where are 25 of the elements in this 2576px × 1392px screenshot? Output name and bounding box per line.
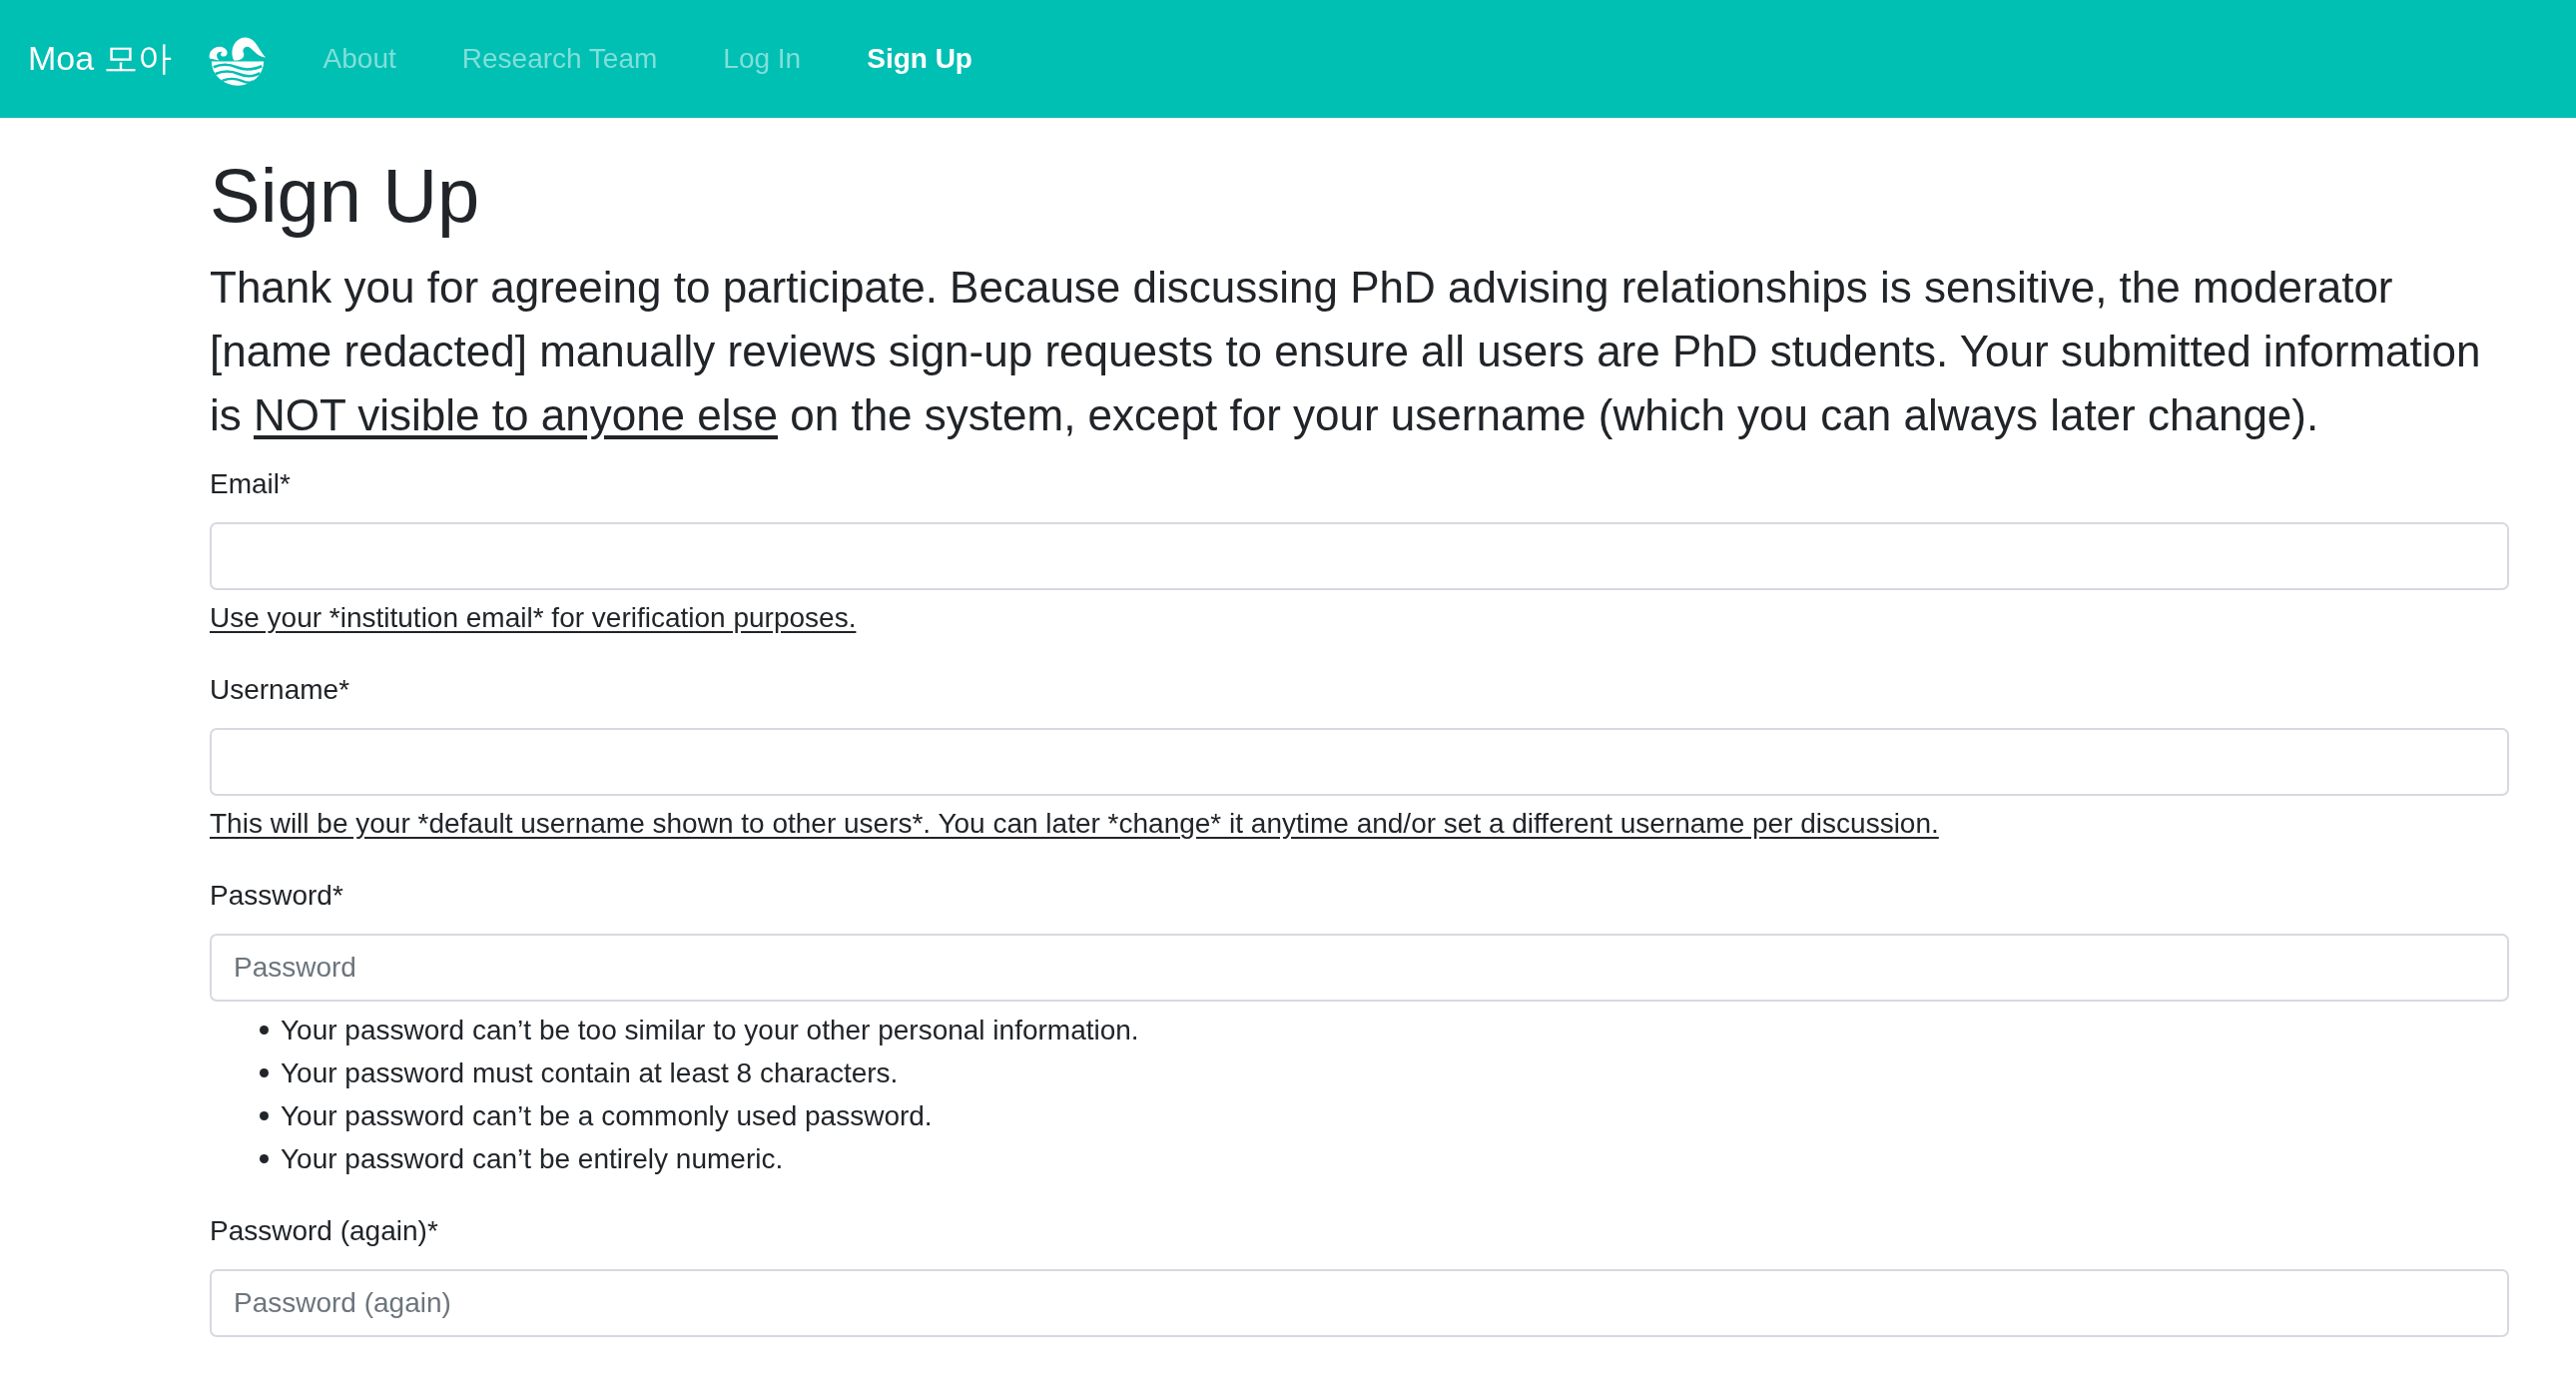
help-text: Use your *institution email* for verification purposes. xyxy=(210,601,857,635)
nav-link[interactable]: About xyxy=(290,35,429,83)
input-field[interactable]: Password xyxy=(210,934,2509,1002)
bullet-icon xyxy=(260,1068,269,1077)
bullet-icon xyxy=(260,1154,269,1163)
nav-link[interactable]: Research Team xyxy=(428,35,691,83)
bullet-icon xyxy=(260,1026,269,1035)
help-text: This will be your *default username shown to other users*. You can later *change* it anytime and/or set a different username per discussion. xyxy=(210,807,1939,841)
field-label: Email* xyxy=(210,467,291,501)
intro-paragraph: Thank you for agreeing to participate. Because discussing PhD advising relationships is sensitive, the moderator [name redacted] manually reviews sign-up requests to ensure all users are PhD students. Your submitted information is NOT visible to anyone else on the system, except for your username (which you can always later change). xyxy=(210,262,2482,441)
rule-text: Your password can’t be entirely numeric. xyxy=(281,1142,784,1176)
input-field[interactable] xyxy=(210,522,2509,590)
page-title: Sign Up xyxy=(210,152,481,240)
input-field[interactable] xyxy=(210,728,2509,796)
rule-text: Your password can’t be too similar to your other personal information. xyxy=(281,1014,1139,1047)
bullet-icon xyxy=(260,1111,269,1120)
brand-name[interactable]: Moa 모아 xyxy=(28,36,172,82)
nav-link[interactable]: Log In xyxy=(690,35,835,83)
rule-text: Your password can’t be a commonly used password. xyxy=(281,1099,933,1133)
field-label: Password* xyxy=(210,879,343,913)
rule-text: Your password must contain at least 8 characters. xyxy=(281,1056,899,1090)
input-field[interactable]: Password (again) xyxy=(210,1269,2509,1337)
field-label: Username* xyxy=(210,673,350,707)
field-label: Password (again)* xyxy=(210,1214,438,1248)
nav-link[interactable]: Sign Up xyxy=(834,35,1005,83)
